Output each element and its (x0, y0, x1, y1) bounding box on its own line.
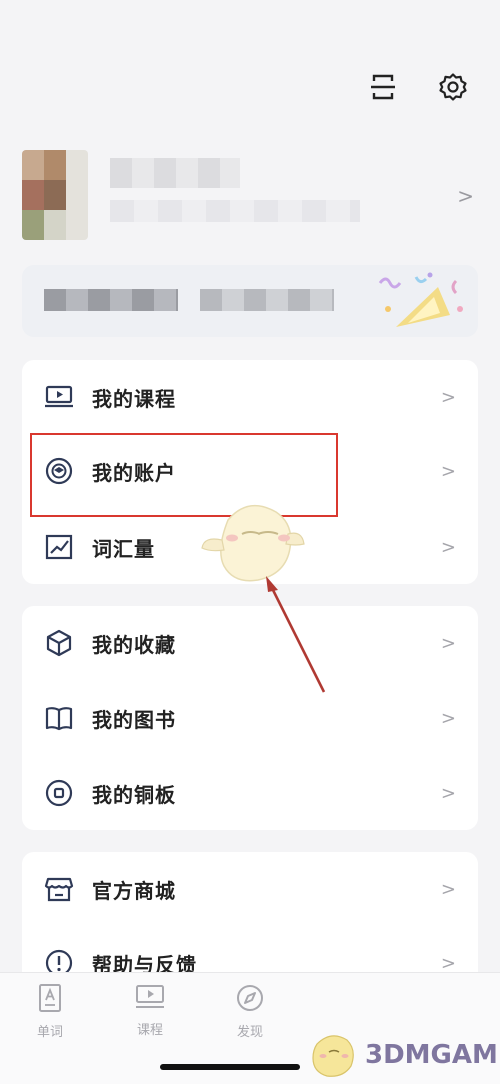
home-indicator[interactable] (160, 1064, 300, 1070)
coin-icon (42, 776, 76, 810)
watermark-mascot-icon (312, 1035, 354, 1077)
book-icon (42, 701, 76, 735)
word-card-icon (37, 984, 63, 1017)
nav-label: 单词 (36, 1025, 63, 1040)
menu-item-label: 我的铜板 (92, 782, 176, 807)
shop-icon (42, 872, 76, 906)
menu-item-my-favorites[interactable]: 我的收藏 > (22, 606, 478, 680)
menu-item-official-store[interactable]: 官方商城 > (22, 852, 478, 926)
status-bar-area (0, 0, 500, 60)
menu-item-my-books[interactable]: 我的图书 > (22, 681, 478, 755)
menu-card-service: 官方商城 > 帮助与反馈 > (22, 852, 478, 992)
menu-item-my-courses[interactable]: 我的课程 > (22, 360, 478, 434)
cube-icon (42, 626, 76, 660)
nav-label: 课程 (136, 1023, 163, 1038)
nav-label: 发现 (236, 1025, 263, 1040)
menu-item-label: 词汇量 (92, 536, 155, 561)
watermark: 3DMGAME (305, 1028, 500, 1082)
video-course-icon (42, 380, 76, 414)
promo-banner[interactable] (22, 265, 478, 337)
tab-words[interactable]: 单词 (20, 983, 80, 1040)
tab-discover[interactable]: 发现 (220, 983, 280, 1040)
chevron-right-icon: > (440, 386, 456, 408)
menu-item-my-coins[interactable]: 我的铜板 > (22, 756, 478, 830)
menu-item-label: 我的课程 (92, 386, 176, 411)
username-blurred (110, 158, 240, 188)
trend-chart-icon (42, 530, 76, 564)
chevron-right-icon: > (440, 952, 456, 974)
user-info-blurred (110, 200, 360, 222)
tab-courses[interactable]: 课程 (120, 983, 180, 1038)
scan-icon[interactable] (366, 70, 400, 104)
chevron-right-icon: > (440, 460, 456, 482)
menu-item-label: 官方商城 (92, 878, 176, 903)
profile-header[interactable]: > (22, 150, 482, 240)
menu-item-label: 我的图书 (92, 707, 176, 732)
watermark-text: 3DMGAME (365, 1040, 500, 1070)
party-popper-icon (368, 269, 468, 337)
chevron-right-icon: > (440, 782, 456, 804)
arrow-annotation (266, 576, 326, 693)
course-screen-icon (134, 985, 166, 1015)
header-actions (366, 70, 470, 104)
gear-icon[interactable] (436, 70, 470, 104)
chevron-right-icon: > (440, 707, 456, 729)
banner-text-blurred (44, 289, 178, 311)
chevron-right-icon: > (440, 536, 456, 558)
chevron-right-icon: > (457, 184, 474, 208)
chevron-right-icon: > (440, 878, 456, 900)
avatar[interactable] (22, 150, 88, 240)
banner-subtext-blurred (200, 289, 334, 311)
menu-item-label: 我的收藏 (92, 632, 176, 657)
chevron-right-icon: > (440, 632, 456, 654)
menu-card-collection: 我的收藏 > 我的图书 > 我的铜板 > (22, 606, 478, 830)
compass-icon (235, 985, 265, 1017)
